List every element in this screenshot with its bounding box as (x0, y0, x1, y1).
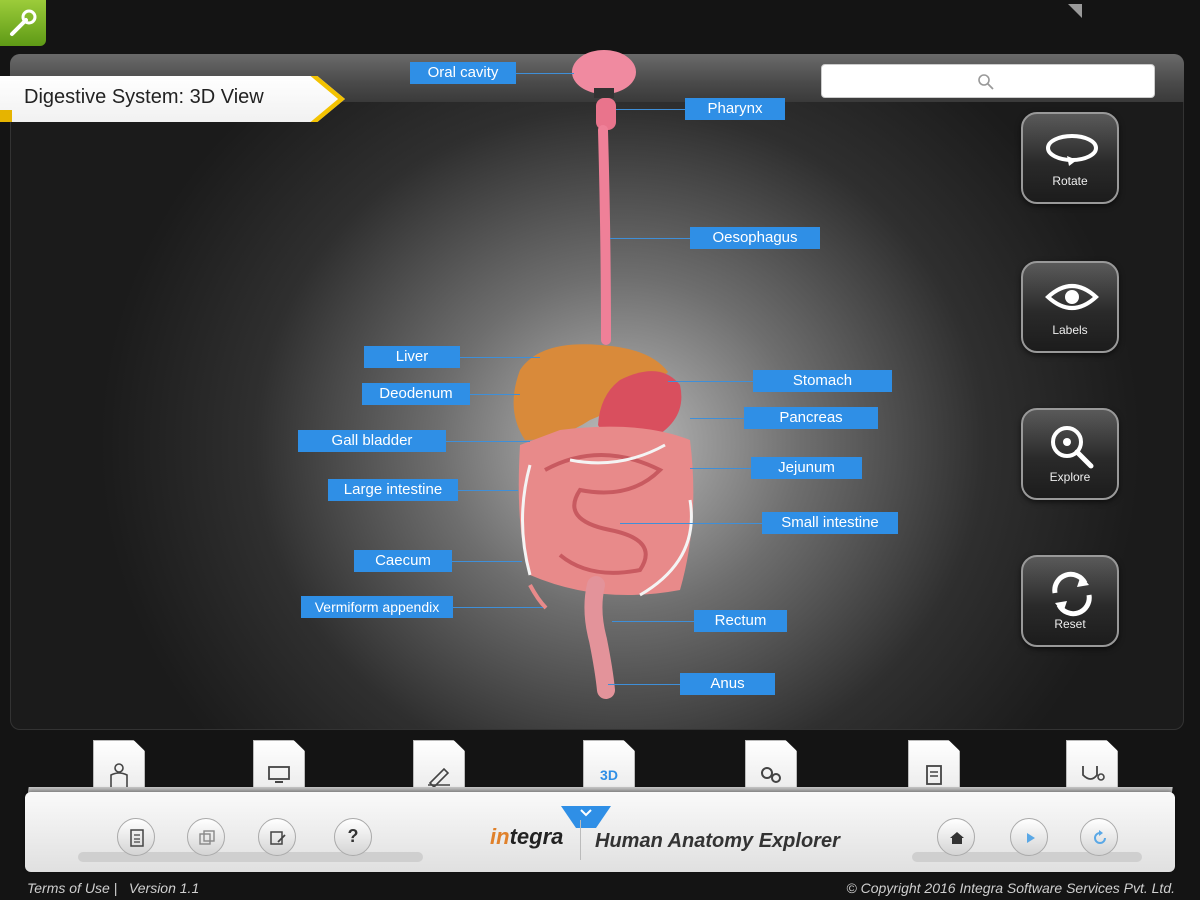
label-oesophagus[interactable]: Oesophagus (690, 227, 820, 249)
notes-button[interactable] (258, 818, 296, 856)
label-duodenum[interactable]: Deodenum (362, 383, 470, 405)
calculator-button[interactable] (117, 818, 155, 856)
leader-anus (608, 684, 680, 685)
label-gall-bladder[interactable]: Gall bladder (298, 430, 446, 452)
leader-appendix (453, 607, 543, 608)
copy-icon (199, 830, 215, 845)
help-button[interactable]: ? (334, 818, 372, 856)
leader-oesophagus (610, 238, 690, 239)
play-icon (1027, 833, 1035, 843)
label-large-intestine[interactable]: Large intestine (328, 479, 458, 501)
gears-icon (761, 767, 781, 783)
label-jejunum[interactable]: Jejunum (751, 457, 862, 479)
leader-pharynx (616, 109, 685, 110)
leader-large-intestine (458, 490, 518, 491)
refresh-icon (1094, 830, 1106, 844)
integra-logo: integra (490, 824, 564, 849)
refresh-button[interactable] (1080, 818, 1118, 856)
label-rectum[interactable]: Rectum (694, 610, 787, 632)
leader-duodenum (470, 394, 520, 395)
play-button[interactable] (1010, 818, 1048, 856)
app-name: Human Anatomy Explorer (595, 830, 840, 852)
label-pharynx[interactable]: Pharynx (685, 98, 785, 120)
explore-magnifier-icon (1051, 426, 1094, 469)
chevron-down-icon (580, 809, 592, 817)
labels-label: Labels (1052, 323, 1088, 337)
explore-label: Explore (1049, 470, 1091, 484)
brand-separator (580, 820, 581, 860)
reset-label: Reset (1054, 617, 1086, 631)
leader-oral-cavity (516, 73, 574, 74)
digestive-system-model[interactable] (0, 0, 1200, 740)
leader-stomach (668, 381, 753, 382)
label-caecum[interactable]: Caecum (354, 550, 452, 572)
leader-pancreas (690, 418, 744, 419)
leader-small-intestine (620, 523, 762, 524)
labels-button[interactable]: Labels (1021, 261, 1119, 353)
copy-button[interactable] (187, 818, 225, 856)
label-oral-cavity[interactable]: Oral cavity (410, 62, 516, 84)
calculator-icon (130, 829, 144, 847)
leader-jejunum (690, 468, 751, 469)
monitor-icon (268, 766, 290, 783)
rotate-label: Rotate (1052, 174, 1088, 188)
label-small-intestine[interactable]: Small intestine (762, 512, 898, 534)
eye-icon (1045, 284, 1099, 310)
stethoscope-icon (1082, 766, 1105, 781)
label-liver[interactable]: Liver (364, 346, 460, 368)
home-icon (950, 832, 964, 844)
leader-caecum (452, 561, 522, 562)
tab-3d-label: 3D (600, 767, 618, 783)
reset-button[interactable]: Reset (1021, 555, 1119, 647)
document-icon (926, 765, 942, 785)
footer-terms-version[interactable]: Terms of Use | Version 1.1 (27, 880, 199, 896)
label-pancreas[interactable]: Pancreas (744, 407, 878, 429)
label-stomach[interactable]: Stomach (753, 370, 892, 392)
label-anus[interactable]: Anus (680, 673, 775, 695)
label-vermiform-appendix[interactable]: Vermiform appendix (301, 596, 453, 618)
help-label: ? (347, 826, 359, 846)
home-button[interactable] (937, 818, 975, 856)
leader-liver (460, 357, 540, 358)
notes-edit-icon (270, 831, 286, 845)
reset-arrows-icon (1052, 571, 1092, 617)
pen-edit-icon (428, 767, 450, 787)
footer-copyright: © Copyright 2016 Integra Software Servic… (846, 880, 1175, 896)
leader-rectum (612, 621, 694, 622)
rotate-icon (1046, 134, 1098, 166)
leader-gall-bladder (446, 441, 530, 442)
explore-button[interactable]: Explore (1021, 408, 1119, 500)
rotate-button[interactable]: Rotate (1021, 112, 1119, 204)
